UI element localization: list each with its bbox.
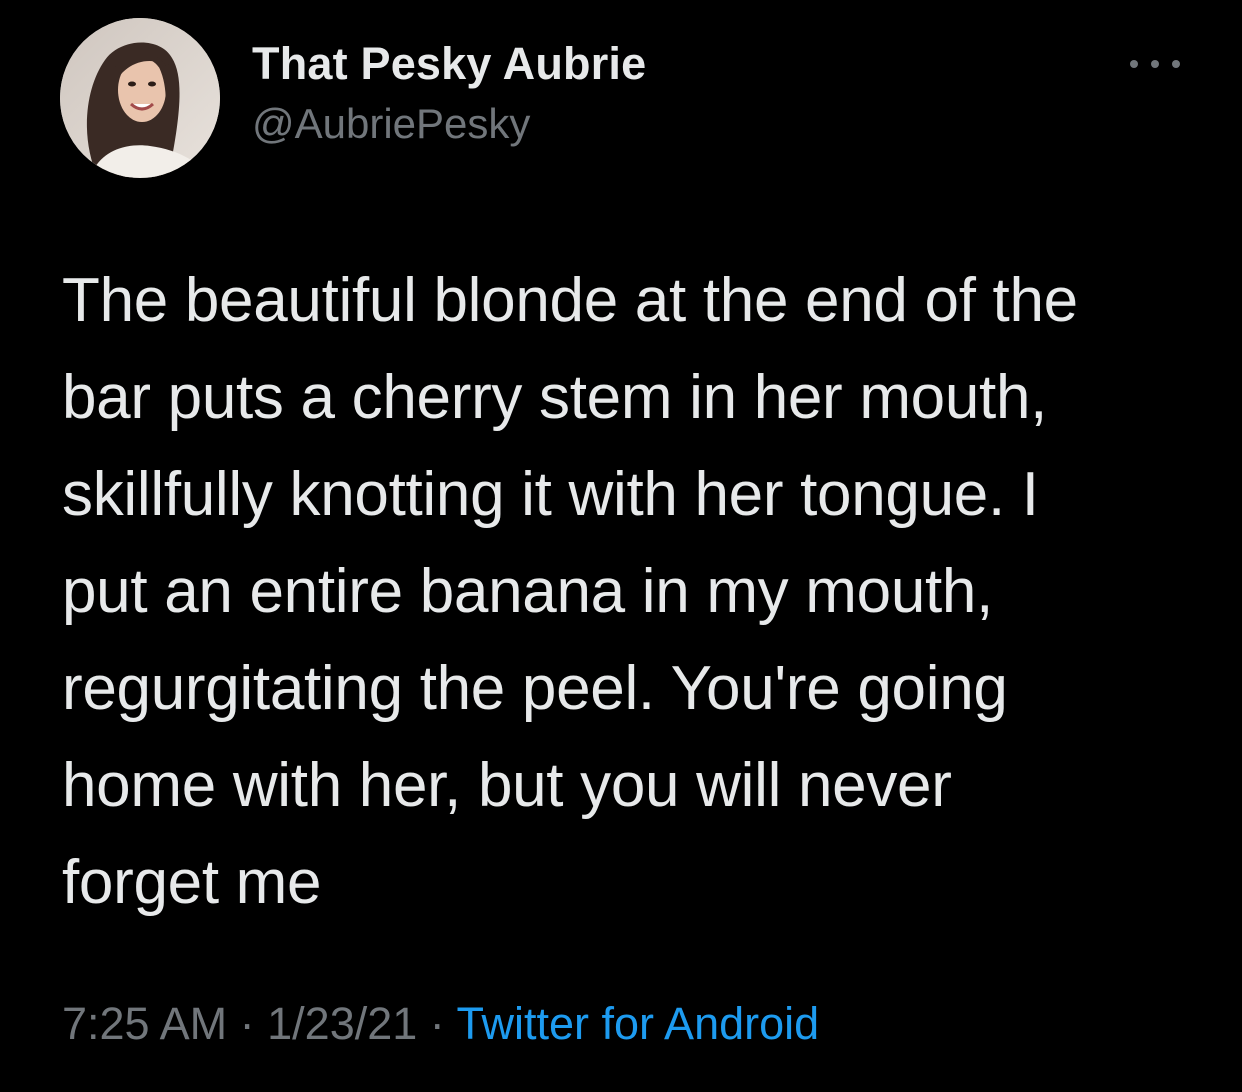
tweet-text: The beautiful blonde at the end of the b… [62,266,1078,917]
profile-photo [60,18,220,178]
separator: · [239,998,255,1049]
tweet-date[interactable]: 1/23/21 [267,998,417,1049]
more-options-button[interactable] [1130,52,1180,76]
separator: · [429,998,445,1049]
avatar[interactable] [60,18,220,178]
display-name[interactable]: That Pesky Aubrie [252,38,646,90]
more-horizontal-icon [1172,60,1180,68]
user-handle[interactable]: @AubriePesky [252,100,530,148]
more-horizontal-icon [1130,60,1138,68]
tweet-source-link[interactable]: Twitter for Android [457,998,820,1049]
tweet-metadata: 7:25 AM · 1/23/21 · Twitter for Android [62,998,819,1050]
more-horizontal-icon [1151,60,1159,68]
tweet-time[interactable]: 7:25 AM [62,998,227,1049]
